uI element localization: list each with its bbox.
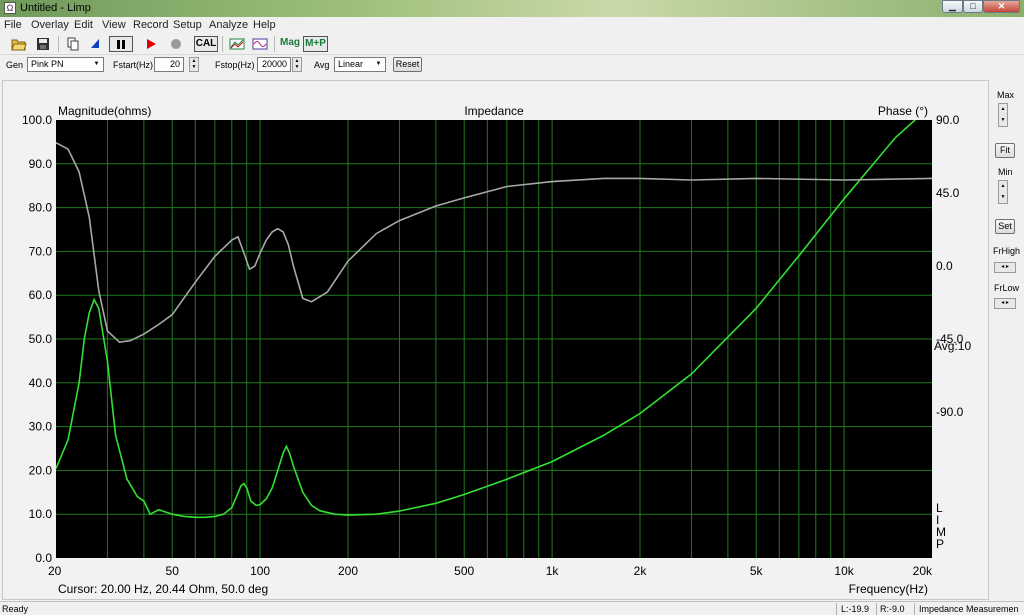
x-tick-label: 500 bbox=[454, 564, 474, 578]
x-tick-label: 1k bbox=[546, 564, 560, 578]
y-tick-label-left: 60.0 bbox=[29, 288, 53, 302]
min-label: Min bbox=[998, 167, 1013, 177]
max-label: Max bbox=[997, 90, 1015, 100]
y-tick-label-left: 100.0 bbox=[22, 113, 52, 127]
impedance-chart[interactable]: 0.0 10.0 20.0 30.0 40.0 50.0 60.0 70.0 80.0 90.0 1… bbox=[0, 0, 1024, 615]
y-tick-label-left: 30.0 bbox=[29, 420, 53, 434]
status-divider bbox=[836, 603, 837, 615]
cursor-readout: Cursor: 20.00 Hz, 20.44 Ohm, 50.0 deg bbox=[58, 582, 268, 596]
y-tick-label-left: 90.0 bbox=[29, 157, 53, 171]
set-button[interactable]: Set bbox=[995, 219, 1015, 234]
x-tick-label: 10k bbox=[834, 564, 854, 578]
x-tick-label: 200 bbox=[338, 564, 358, 578]
y-tick-label-right: -90.0 bbox=[936, 405, 964, 419]
frhigh-spinner[interactable]: ◂ ▸ bbox=[994, 262, 1016, 273]
y-axis-title-right: Phase (°) bbox=[878, 104, 928, 118]
y-tick-label-right: 0.0 bbox=[936, 259, 953, 273]
y-tick-label-left: 80.0 bbox=[29, 201, 53, 215]
x-tick-label: 2k bbox=[634, 564, 648, 578]
frlow-label: FrLow bbox=[994, 283, 1020, 293]
x-axis-title: Frequency(Hz) bbox=[849, 582, 928, 596]
status-right-level: R:-9.0 bbox=[880, 604, 905, 614]
y-axis-title-left: Magnitude(ohms) bbox=[58, 104, 151, 118]
y-tick-label-left: 70.0 bbox=[29, 244, 53, 258]
y-tick-label-right: 90.0 bbox=[936, 113, 960, 127]
min-spinner[interactable]: ▲ ▼ bbox=[998, 180, 1008, 204]
frhigh-label: FrHigh bbox=[993, 246, 1021, 256]
y-tick-label-right: 45.0 bbox=[936, 186, 960, 200]
status-mode: Impedance Measuremen bbox=[919, 604, 1019, 614]
status-bar: Ready L:-19.9 R:-9.0 Impedance Measureme… bbox=[0, 601, 1024, 615]
fit-button[interactable]: Fit bbox=[995, 143, 1015, 158]
status-ready: Ready bbox=[2, 604, 29, 614]
limp-watermark-letter: P bbox=[936, 537, 944, 551]
status-divider bbox=[914, 603, 915, 615]
x-tick-label: 5k bbox=[750, 564, 764, 578]
chart-title: Impedance bbox=[464, 104, 524, 118]
x-tick-label: 20 bbox=[48, 564, 62, 578]
x-tick-label: 50 bbox=[166, 564, 180, 578]
max-spinner[interactable]: ▲ ▼ bbox=[998, 103, 1008, 127]
y-tick-label-left: 40.0 bbox=[29, 376, 53, 390]
x-tick-label: 20k bbox=[913, 564, 933, 578]
y-tick-label-left: 0.0 bbox=[35, 551, 52, 565]
x-tick-label: 100 bbox=[250, 564, 270, 578]
status-divider bbox=[876, 603, 877, 615]
status-left-level: L:-19.9 bbox=[841, 604, 870, 614]
y-tick-label-left: 20.0 bbox=[29, 463, 53, 477]
y-tick-label-left: 50.0 bbox=[29, 332, 53, 346]
y-tick-label-left: 10.0 bbox=[29, 507, 53, 521]
avg-count-label: Avg:10 bbox=[934, 339, 971, 353]
frlow-spinner[interactable]: ◂ ▸ bbox=[994, 298, 1016, 309]
